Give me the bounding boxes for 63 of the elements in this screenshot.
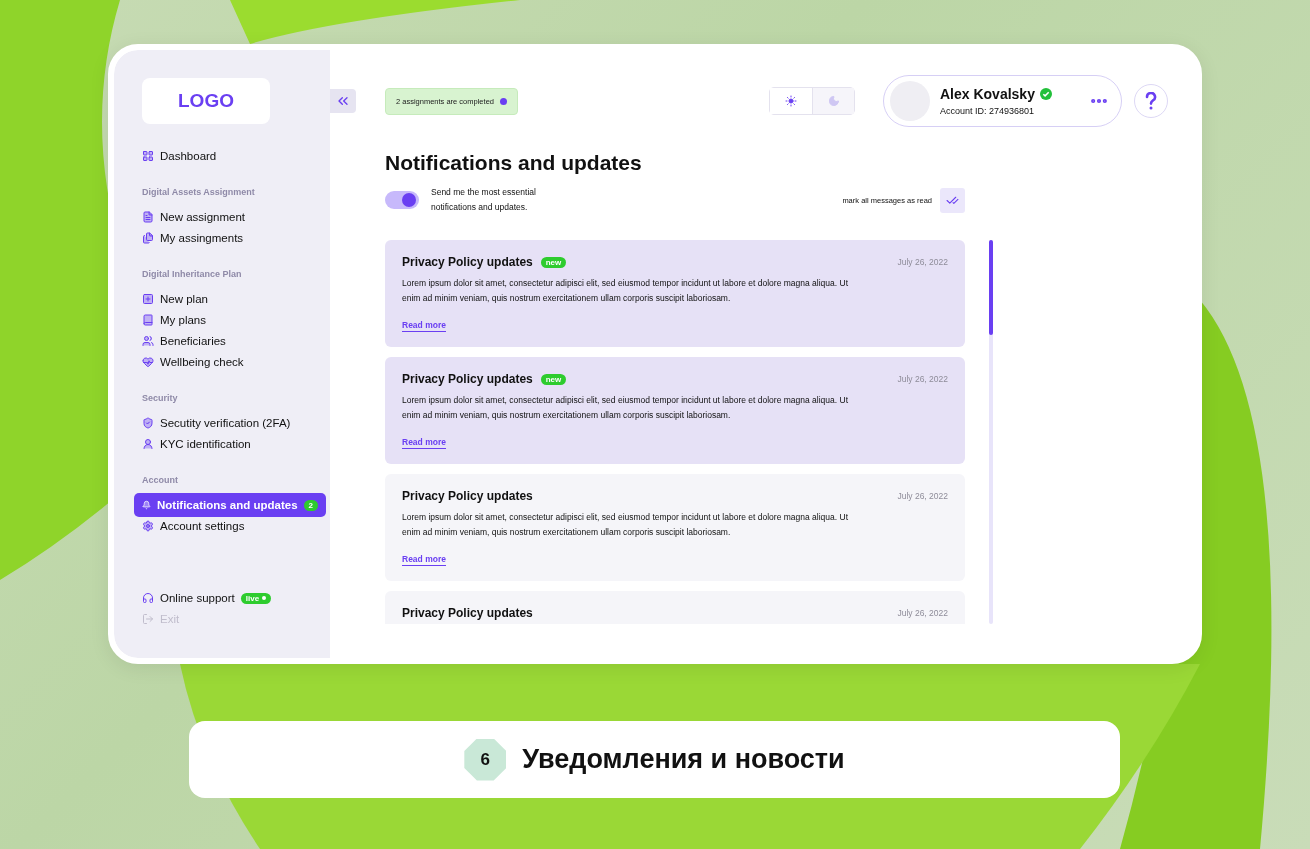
- notification-text: Lorem ipsum dolor sit amet, consectetur adipisci elit, sed eiusmod tempor incidunt ut labore et dolore magna aliqua. Ut enim ad minim veniam, quis nostrum exercitationem ullam corporis suscipit laboriosam.: [402, 277, 849, 305]
- help-button[interactable]: [1134, 84, 1168, 118]
- read-more-link[interactable]: Read more: [402, 554, 446, 566]
- bell-icon: [142, 499, 151, 511]
- notification-date: July 26, 2022: [897, 374, 948, 384]
- notification-date: July 26, 2022: [897, 257, 948, 267]
- notification-title: Privacy Policy updates: [402, 372, 533, 386]
- page-title: Notifications and updates: [385, 151, 643, 175]
- sidebar-item[interactable]: Online support live: [134, 586, 326, 610]
- help-icon: [1145, 92, 1157, 110]
- sidebar-item[interactable]: Account settings: [134, 514, 326, 538]
- new-badge: new: [540, 256, 567, 268]
- book-icon: [142, 314, 154, 326]
- moon-icon: [827, 95, 840, 107]
- user-name: Alex Kovalsky: [940, 86, 1035, 102]
- heart-pulse-icon: [142, 356, 154, 368]
- sidebar-item[interactable]: Notifications and updates 2: [134, 493, 326, 517]
- shield-icon: [142, 417, 154, 429]
- notification-title: Privacy Policy updates: [402, 255, 533, 269]
- toggle-label: Send me the most essential notifications and updates.: [431, 186, 537, 214]
- read-more-link[interactable]: Read more: [402, 320, 446, 332]
- live-badge: live: [240, 592, 272, 604]
- section-heading: Security: [142, 393, 179, 403]
- sidebar-item[interactable]: My plans: [134, 308, 326, 332]
- mark-read-button[interactable]: [940, 187, 965, 213]
- sidebar-item[interactable]: My assingments: [134, 226, 326, 250]
- collapse-button[interactable]: [330, 89, 356, 113]
- sidebar-item[interactable]: Dashboard: [134, 144, 326, 168]
- sun-icon: [785, 95, 797, 107]
- sidebar-item[interactable]: KYC identification: [134, 432, 326, 456]
- count-badge: 2: [303, 499, 318, 511]
- notification-date: July 26, 2022: [897, 608, 948, 618]
- sidebar-item[interactable]: New assignment: [134, 205, 326, 229]
- dot-icon: [499, 97, 507, 105]
- exit-icon: [142, 613, 154, 625]
- notification-title: Privacy Policy updates: [402, 606, 533, 620]
- sidebar-item[interactable]: New plan: [134, 287, 326, 311]
- account-id: Account ID: 274936801: [940, 106, 1036, 116]
- user-icon: [142, 438, 154, 450]
- caption-title: Уведомления и новости: [522, 744, 845, 775]
- dashboard-icon: [142, 150, 154, 162]
- settings-icon: [142, 520, 154, 532]
- notification-date: July 26, 2022: [897, 491, 948, 501]
- notification-title: Privacy Policy updates: [402, 489, 533, 503]
- new-badge: new: [540, 373, 567, 385]
- sidebar-item[interactable]: Wellbeing check: [134, 350, 326, 374]
- notification-text: Lorem ipsum dolor sit amet, consectetur adipisci elit, sed eiusmod tempor incidunt ut labore et dolore magna aliqua. Ut enim ad minim veniam, quis nostrum exercitationem ullam corporis suscipit laboriosam.: [402, 511, 849, 539]
- toggle-switch[interactable]: [385, 191, 419, 209]
- section-heading: Digital Assets Assignment: [142, 187, 256, 197]
- headset-icon: [142, 592, 154, 604]
- document-icon: [142, 211, 154, 223]
- plus-square-icon: [142, 293, 154, 305]
- notification-text: Lorem ipsum dolor sit amet, consectetur adipisci elit, sed eiusmod tempor incidunt ut labore et dolore magna aliqua. Ut enim ad minim veniam, quis nostrum exercitationem ullam corporis suscipit laboriosam.: [402, 394, 849, 422]
- users-icon: [142, 335, 154, 347]
- section-heading: Digital Inheritance Plan: [142, 269, 243, 279]
- documents-icon: [142, 232, 154, 244]
- logo: LOGO: [142, 78, 270, 124]
- sidebar-item[interactable]: Beneficiaries: [134, 329, 326, 353]
- avatar: [890, 81, 930, 121]
- read-more-link[interactable]: Read more: [402, 437, 446, 449]
- sidebar-item[interactable]: Secutity verification (2FA): [134, 411, 326, 435]
- step-number: 6: [464, 738, 507, 781]
- section-heading: Account: [142, 475, 179, 485]
